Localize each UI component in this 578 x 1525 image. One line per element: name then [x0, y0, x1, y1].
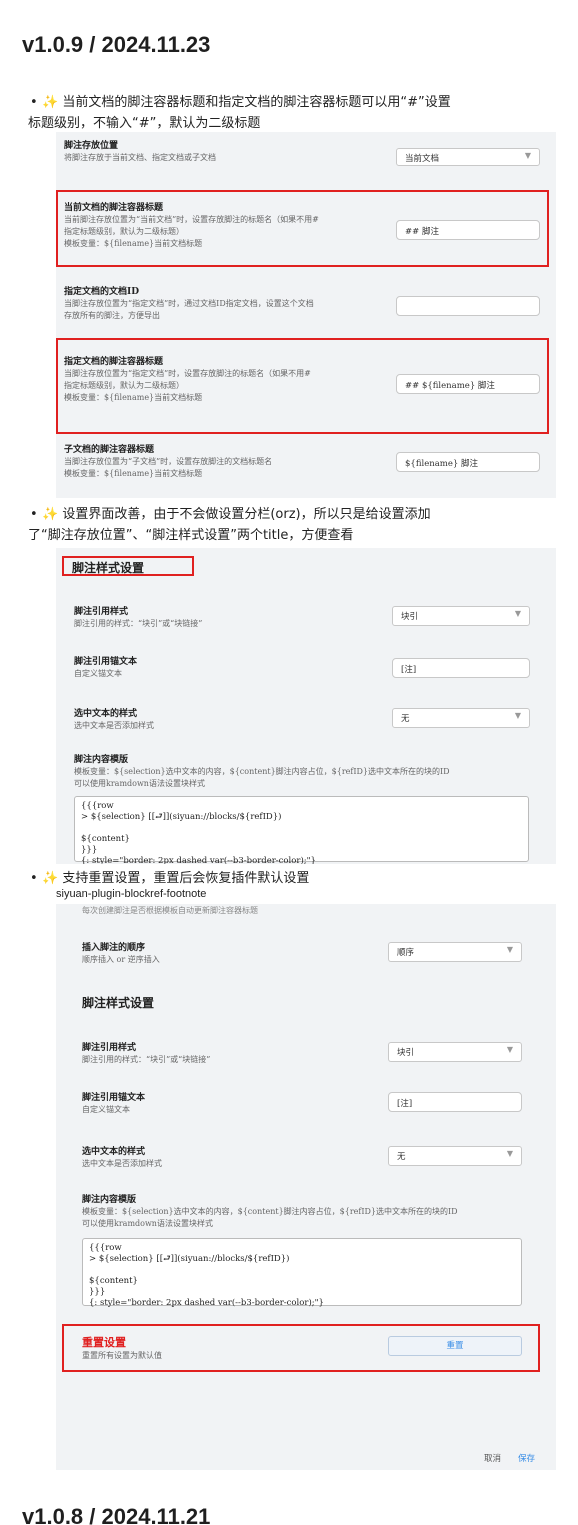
- changelog-item: • ✨ 支持重置设置，重置后会恢复插件默认设置: [30, 868, 562, 889]
- setting-desc: 当脚注存放位置为“指定文档”时，通过文档ID指定文档，设置这个文档: [64, 299, 314, 308]
- setting-desc: 模板变量：${selection}选中文本的内容，${content}脚注内容占…: [82, 1207, 458, 1216]
- setting-desc: 自定义锚文本: [74, 669, 122, 678]
- select-value: 无: [397, 1152, 406, 1162]
- setting-desc: 可以使用kramdown语法设置块样式: [82, 1219, 213, 1228]
- bullet-dot: •: [30, 95, 38, 110]
- section-title: 脚注样式设置: [72, 561, 145, 575]
- setting-desc: 脚注引用的样式：“块引”或“块链接”: [82, 1055, 211, 1064]
- setting-title: 脚注内容模版: [82, 1195, 137, 1205]
- changelog-item: • ✨ 当前文档的脚注容器标题和指定文档的脚注容器标题可以用“#”设置 标题级别…: [28, 92, 562, 134]
- item-text: 当前文档的脚注容器标题和指定文档的脚注容器标题可以用“#”设置: [62, 95, 451, 110]
- sparkles-icon: ✨: [42, 507, 59, 522]
- setting-title: 插入脚注的顺序: [82, 943, 146, 953]
- sparkles-icon: ✨: [42, 95, 59, 110]
- setting-desc: 模板变量：${selection}选中文本的内容，${content}脚注内容占…: [74, 767, 450, 776]
- setting-desc: 模板变量：${filename}当前文档标题: [64, 239, 203, 248]
- setting-title: 指定文档的文档ID: [64, 287, 140, 297]
- chevron-down-icon: ▼: [506, 1149, 513, 1158]
- cancel-button[interactable]: 取消: [484, 1452, 501, 1464]
- item-text: 了“脚注存放位置”、“脚注样式设置”两个title，方便查看: [28, 528, 354, 543]
- anchor-text-input[interactable]: [注]: [388, 1092, 522, 1112]
- template-textarea[interactable]: {{{row > ${selection} [[⮐]](siyuan://blo…: [82, 1238, 522, 1308]
- setting-title: 脚注内容模版: [74, 755, 129, 765]
- current-doc-title-input[interactable]: ## 脚注: [396, 220, 540, 240]
- bullet-dot: •: [30, 871, 38, 886]
- setting-desc: 当脚注存放位置为“子文档”时，设置存放脚注的文档标题名: [64, 457, 273, 466]
- setting-title: 选中文本的样式: [82, 1147, 146, 1157]
- chevron-down-icon: ▼: [514, 609, 521, 618]
- ref-style-select[interactable]: 块引 ▼: [388, 1042, 522, 1062]
- setting-desc: 当前脚注存放位置为“当前文档”时，设置存放脚注的标题名（如果不用#: [64, 215, 319, 224]
- sparkles-icon: ✨: [42, 871, 59, 886]
- changelog-item: • ✨ 设置界面改善，由于不会做设置分栏(orz)，所以只是给设置添加 了“脚注…: [28, 504, 562, 546]
- selection-style-select[interactable]: 无 ▼: [388, 1146, 522, 1166]
- setting-desc: 指定标题级别，默认为二级标题）: [64, 381, 184, 390]
- setting-desc: 顺序插入 or 逆序插入: [82, 955, 160, 964]
- select-value: 块引: [401, 612, 419, 622]
- setting-desc: 脚注引用的样式：“块引”或“块链接”: [74, 619, 203, 628]
- reset-button[interactable]: 重置: [388, 1336, 522, 1356]
- setting-title: 指定文档的脚注容器标题: [64, 357, 164, 367]
- setting-title: 当前文档的脚注容器标题: [64, 203, 164, 213]
- template-textarea[interactable]: {{{row > ${selection} [[⮐]](siyuan://blo…: [74, 796, 529, 864]
- save-button[interactable]: 保存: [518, 1452, 535, 1464]
- setting-desc: 重置所有设置为默认值: [82, 1351, 162, 1360]
- select-value: 无: [401, 714, 410, 724]
- setting-title: 脚注引用样式: [74, 607, 129, 617]
- setting-desc: 自定义锚文本: [82, 1105, 130, 1114]
- setting-title: 脚注引用锚文本: [82, 1093, 146, 1103]
- version-heading: v1.0.9 / 2024.11.23: [22, 32, 211, 57]
- order-select[interactable]: 顺序 ▼: [388, 942, 522, 962]
- chevron-down-icon: ▼: [506, 1045, 513, 1054]
- item-text: 支持重置设置，重置后会恢复插件默认设置: [62, 871, 310, 886]
- sub-doc-title-input[interactable]: ${filename} 脚注: [396, 452, 540, 472]
- ref-style-select[interactable]: 块引 ▼: [392, 606, 530, 626]
- item-text: 标题级别，不输入“#”，默认为二级标题: [28, 116, 261, 131]
- setting-desc: 存放所有的脚注，方便导出: [64, 311, 160, 320]
- section-title: 脚注样式设置: [82, 996, 155, 1010]
- setting-title: 子文档的脚注容器标题: [64, 445, 155, 455]
- setting-desc: 当脚注存放位置为“指定文档”时，设置存放脚注的标题名（如果不用#: [64, 369, 311, 378]
- spec-doc-title-input[interactable]: ## ${filename} 脚注: [396, 374, 540, 394]
- doc-id-input[interactable]: [396, 296, 540, 316]
- item-text: 设置界面改善，由于不会做设置分栏(orz)，所以只是给设置添加: [62, 507, 431, 522]
- setting-title: 脚注引用样式: [82, 1043, 137, 1053]
- setting-title: 脚注引用锚文本: [74, 657, 138, 667]
- setting-desc: 将脚注存放于当前文档、指定文档或子文档: [64, 153, 216, 162]
- setting-desc: 每次创建脚注是否根据模板自动更新脚注容器标题: [82, 906, 258, 915]
- reset-settings-screenshot: siyuan-plugin-blockref-footnote 每次创建脚注是否…: [56, 888, 556, 1470]
- style-settings-screenshot: 脚注样式设置 脚注引用样式 脚注引用的样式：“块引”或“块链接” 块引 ▼ 脚注引…: [56, 548, 556, 864]
- select-value: 块引: [397, 1048, 415, 1058]
- plugin-title: siyuan-plugin-blockref-footnote: [56, 888, 556, 904]
- setting-desc: 选中文本是否添加样式: [74, 721, 154, 730]
- setting-desc: 可以使用kramdown语法设置块样式: [74, 779, 205, 788]
- setting-title: 选中文本的样式: [74, 709, 138, 719]
- setting-desc: 模板变量：${filename}当前文档标题: [64, 393, 203, 402]
- setting-desc: 指定标题级别，默认为二级标题）: [64, 227, 184, 236]
- settings-screenshot: 脚注存放位置 将脚注存放于当前文档、指定文档或子文档 当前文档 ▼ 当前文档的脚注…: [56, 132, 556, 498]
- location-select[interactable]: 当前文档 ▼: [396, 148, 540, 166]
- setting-title: 脚注存放位置: [64, 141, 119, 151]
- selection-style-select[interactable]: 无 ▼: [392, 708, 530, 728]
- chevron-down-icon: ▼: [514, 711, 521, 720]
- chevron-down-icon: ▼: [506, 945, 513, 954]
- anchor-text-input[interactable]: [注]: [392, 658, 530, 678]
- setting-desc: 模板变量：${filename}当前文档标题: [64, 469, 203, 478]
- select-value: 顺序: [397, 948, 415, 958]
- bullet-dot: •: [30, 507, 38, 522]
- reset-title: 重置设置: [82, 1336, 126, 1349]
- setting-desc: 选中文本是否添加样式: [82, 1159, 162, 1168]
- chevron-down-icon: ▼: [524, 151, 531, 160]
- select-value: 当前文档: [405, 154, 440, 164]
- version-heading: v1.0.8 / 2024.11.21: [22, 1504, 211, 1525]
